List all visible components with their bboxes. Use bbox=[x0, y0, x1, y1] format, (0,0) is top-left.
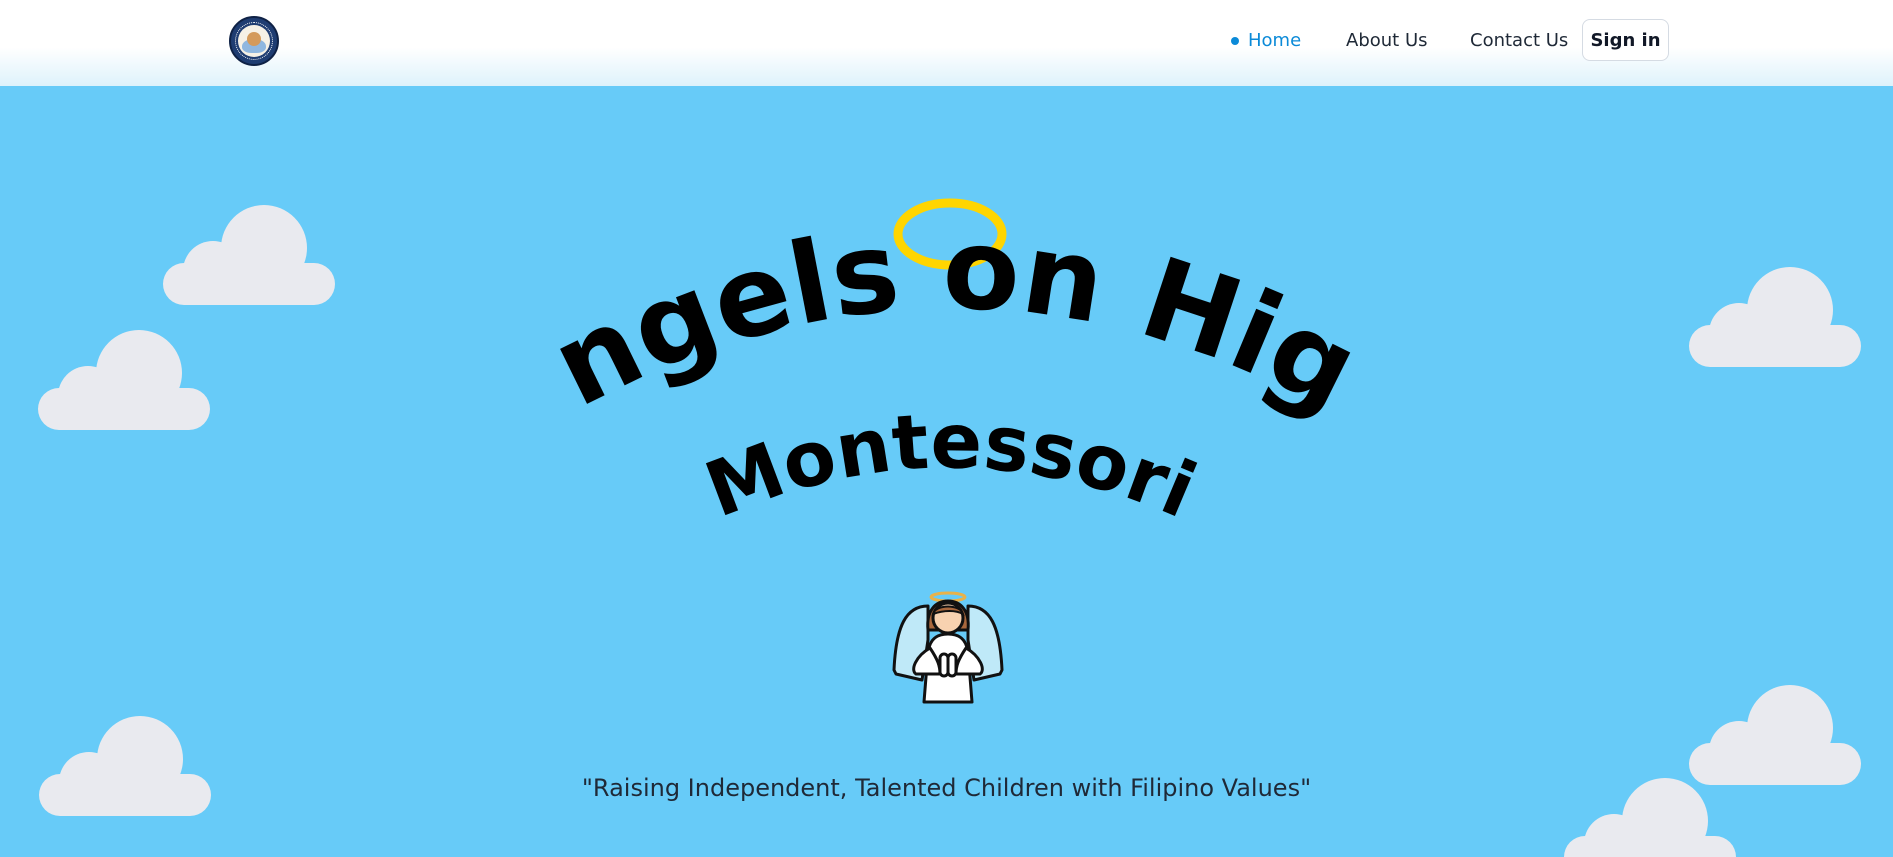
site-header: Home About Us Contact Us Sign in bbox=[0, 0, 1893, 86]
nav-link-home[interactable]: Home bbox=[1248, 29, 1301, 53]
nav-link-contact-us[interactable]: Contact Us bbox=[1470, 29, 1568, 53]
hero-tagline: "Raising Independent, Talented Children … bbox=[581, 774, 1312, 802]
site-logo[interactable] bbox=[229, 16, 279, 66]
praying-angel-icon bbox=[892, 591, 1004, 704]
hero-title-line2: Montessori bbox=[694, 396, 1208, 535]
logo-ring-shape bbox=[235, 22, 273, 60]
active-nav-indicator-icon bbox=[1231, 37, 1239, 45]
sign-in-button[interactable]: Sign in bbox=[1582, 19, 1669, 61]
cloud-icon bbox=[1689, 685, 1861, 785]
hero-title-graphic: Angels on High Montessori bbox=[0, 86, 1377, 535]
nav-link-about-us[interactable]: About Us bbox=[1346, 29, 1428, 53]
hero-title-line1: Angels on High bbox=[0, 86, 1377, 436]
